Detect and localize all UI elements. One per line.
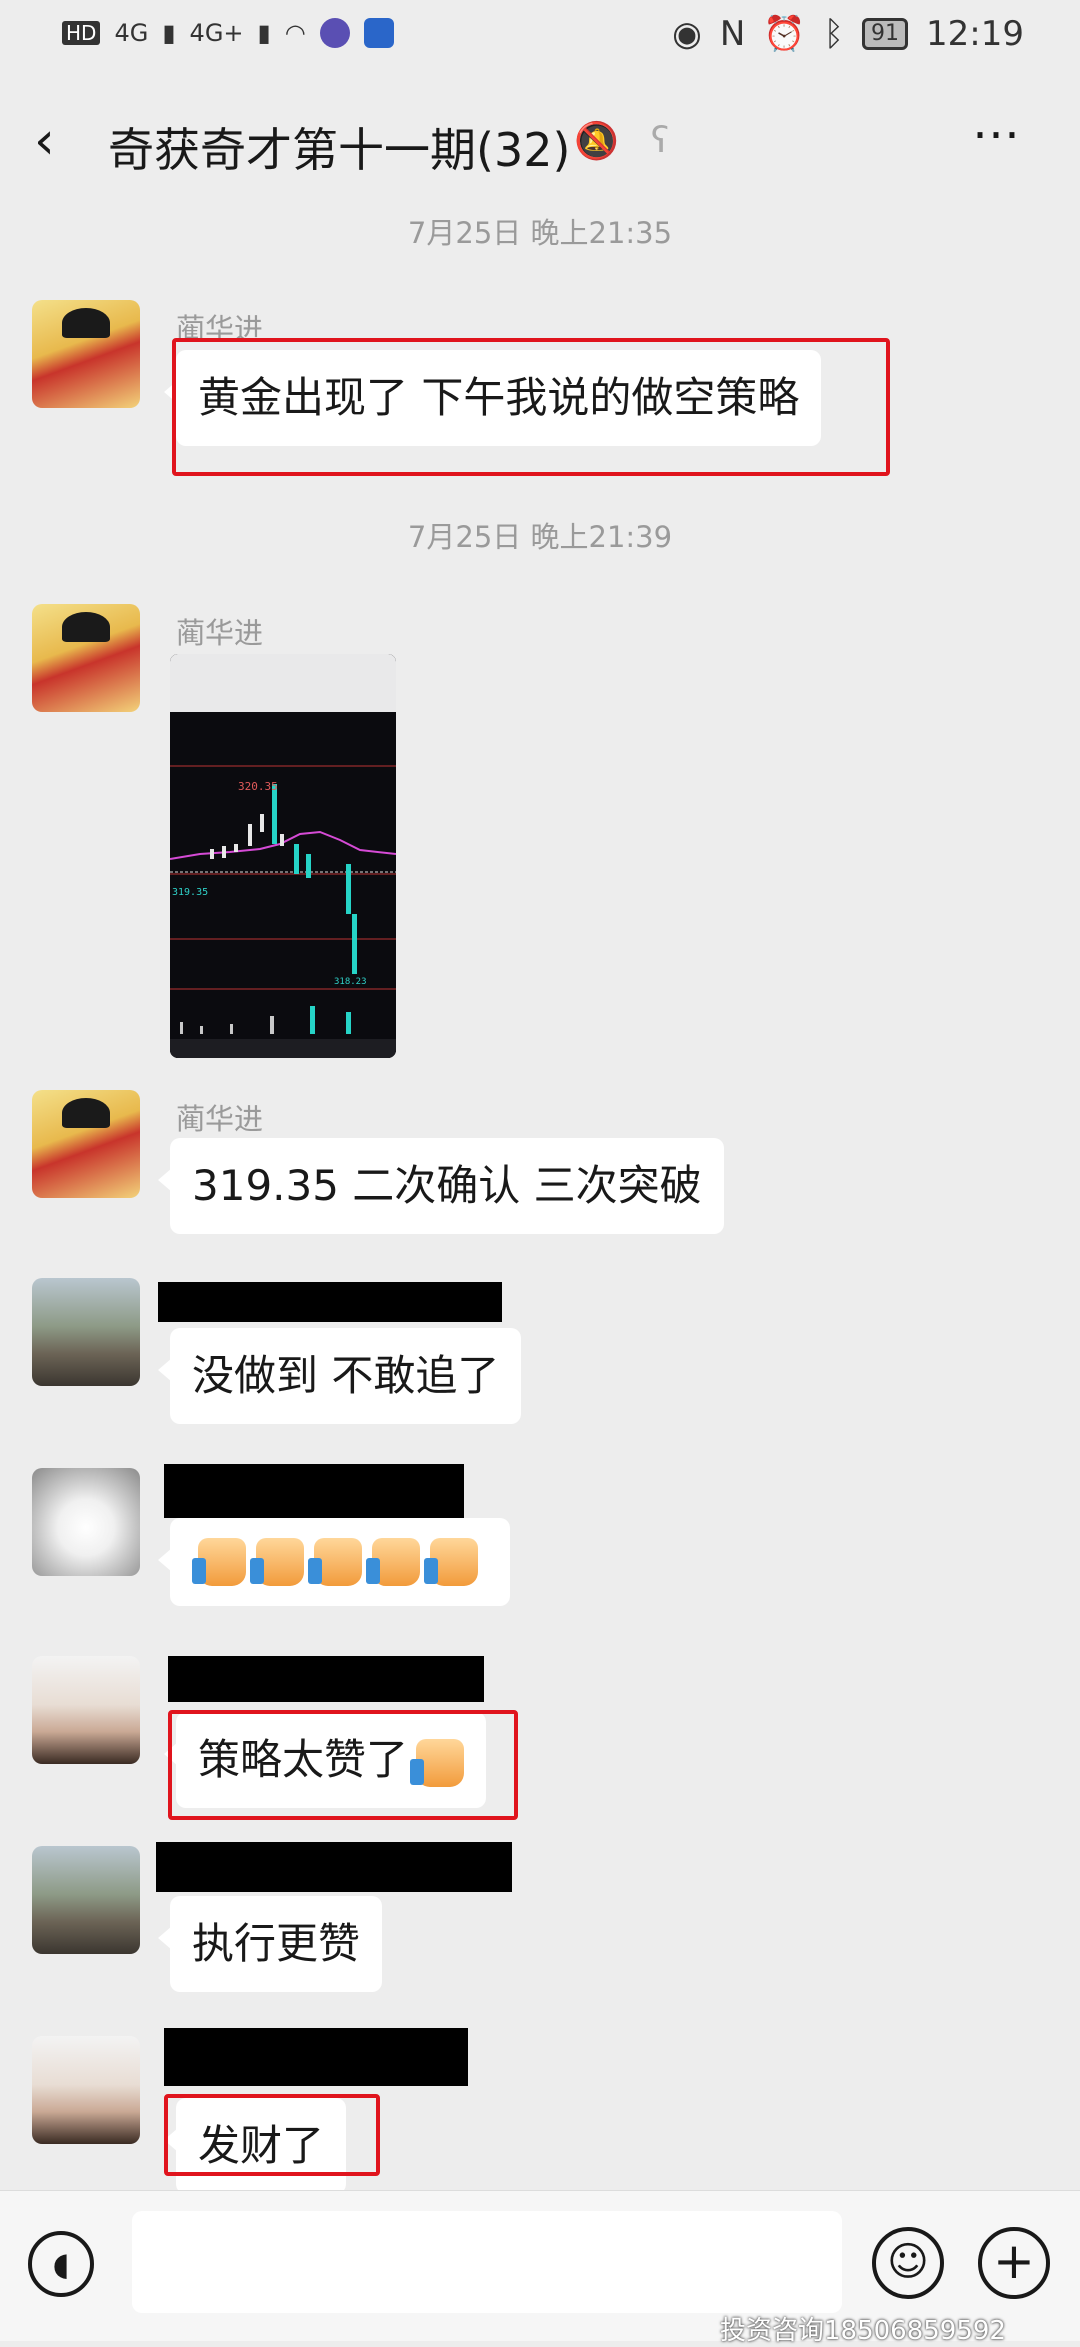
- bell-off-icon: 🔕: [574, 121, 619, 162]
- message-text: 319.35 二次确认 三次突破: [192, 1161, 702, 1210]
- thumbs-up-icon: [308, 1538, 362, 1586]
- signal-2: 4G+: [189, 19, 244, 47]
- sender-name: 蔺华进: [176, 616, 264, 650]
- eye-icon: ◉: [672, 14, 702, 54]
- chat-header: ‹ 奇获奇才第十一期(32) 🔕 ʕ ⋯: [0, 96, 1080, 186]
- chart-label-mid: 319.35: [172, 887, 208, 898]
- avatar[interactable]: [32, 300, 140, 408]
- redacted-name: [158, 1282, 502, 1322]
- message-bubble[interactable]: 执行更赞: [157, 1896, 383, 1992]
- chart-label-low: 318.23: [334, 977, 367, 987]
- avatar[interactable]: [32, 1090, 140, 1198]
- thumbs-up-icon: [366, 1538, 420, 1586]
- thumbs-up-icon: [424, 1538, 478, 1586]
- ear-icon: ʕ: [650, 120, 670, 161]
- message-text: 执行更赞: [192, 1919, 361, 1968]
- bluetooth-icon: ᛒ: [823, 14, 845, 54]
- message-bubble[interactable]: 没做到 不敢追了: [157, 1328, 522, 1424]
- clock: 12:19: [926, 14, 1024, 54]
- candlestick-photo: 320.35 319.35 318.23: [170, 654, 396, 1058]
- emoji-icon[interactable]: ☺: [872, 2227, 944, 2299]
- highlight-box: [164, 2094, 380, 2176]
- signal-bars-icon: ▮: [257, 19, 271, 47]
- timestamp: 7月25日 晚上21:39: [407, 520, 673, 554]
- avatar[interactable]: [32, 1656, 140, 1764]
- voice-icon[interactable]: ◖: [28, 2231, 94, 2297]
- avatar[interactable]: [32, 1468, 140, 1576]
- message-bubble[interactable]: [158, 1518, 510, 1606]
- thumbs-up-emoji-group: [192, 1538, 488, 1586]
- message-input[interactable]: [132, 2211, 842, 2313]
- watermark: 投资咨询18506859592: [720, 2316, 1006, 2346]
- avatar[interactable]: [32, 2036, 140, 2144]
- redacted-name: [156, 1842, 512, 1892]
- back-button[interactable]: ‹: [34, 115, 55, 167]
- chart-label-high: 320.35: [238, 780, 278, 793]
- app-notification-icon: [363, 18, 394, 48]
- message-bubble[interactable]: 319.35 二次确认 三次突破: [158, 1138, 724, 1234]
- thumbs-up-icon: [250, 1538, 304, 1586]
- avatar[interactable]: [32, 1278, 140, 1386]
- avatar[interactable]: [32, 1846, 140, 1954]
- message-text: 没做到 不敢追了: [192, 1351, 500, 1400]
- highlight-box: [172, 338, 890, 476]
- signal-bars-icon: ▮: [162, 19, 176, 47]
- chat-title: 奇获奇才第十一期(32): [108, 123, 571, 177]
- app-notification-icon: [319, 18, 350, 48]
- thumbs-up-icon: [192, 1538, 246, 1586]
- hd-indicator: HD: [62, 21, 101, 45]
- redacted-name: [164, 2028, 468, 2086]
- timestamp: 7月25日 晚上21:35: [407, 216, 673, 250]
- more-button[interactable]: ⋯: [972, 106, 1024, 162]
- sender-name: 蔺华进: [176, 1102, 264, 1136]
- wifi-icon: ◠: [284, 19, 306, 47]
- alarm-icon: ⏰: [763, 14, 806, 54]
- plus-icon[interactable]: +: [978, 2227, 1050, 2299]
- battery-icon: 91: [862, 18, 909, 50]
- image-message[interactable]: 320.35 319.35 318.23: [170, 654, 396, 1058]
- nfc-icon: N: [719, 14, 746, 54]
- redacted-name: [164, 1464, 464, 1518]
- signal-1: 4G: [114, 19, 149, 47]
- avatar[interactable]: [32, 604, 140, 712]
- redacted-name: [168, 1656, 484, 1702]
- highlight-box: [168, 1710, 518, 1820]
- status-bar: HD 4G ▮ 4G+ ▮ ◠ ◉ N ⏰ ᛒ 91 12:19: [0, 0, 1080, 72]
